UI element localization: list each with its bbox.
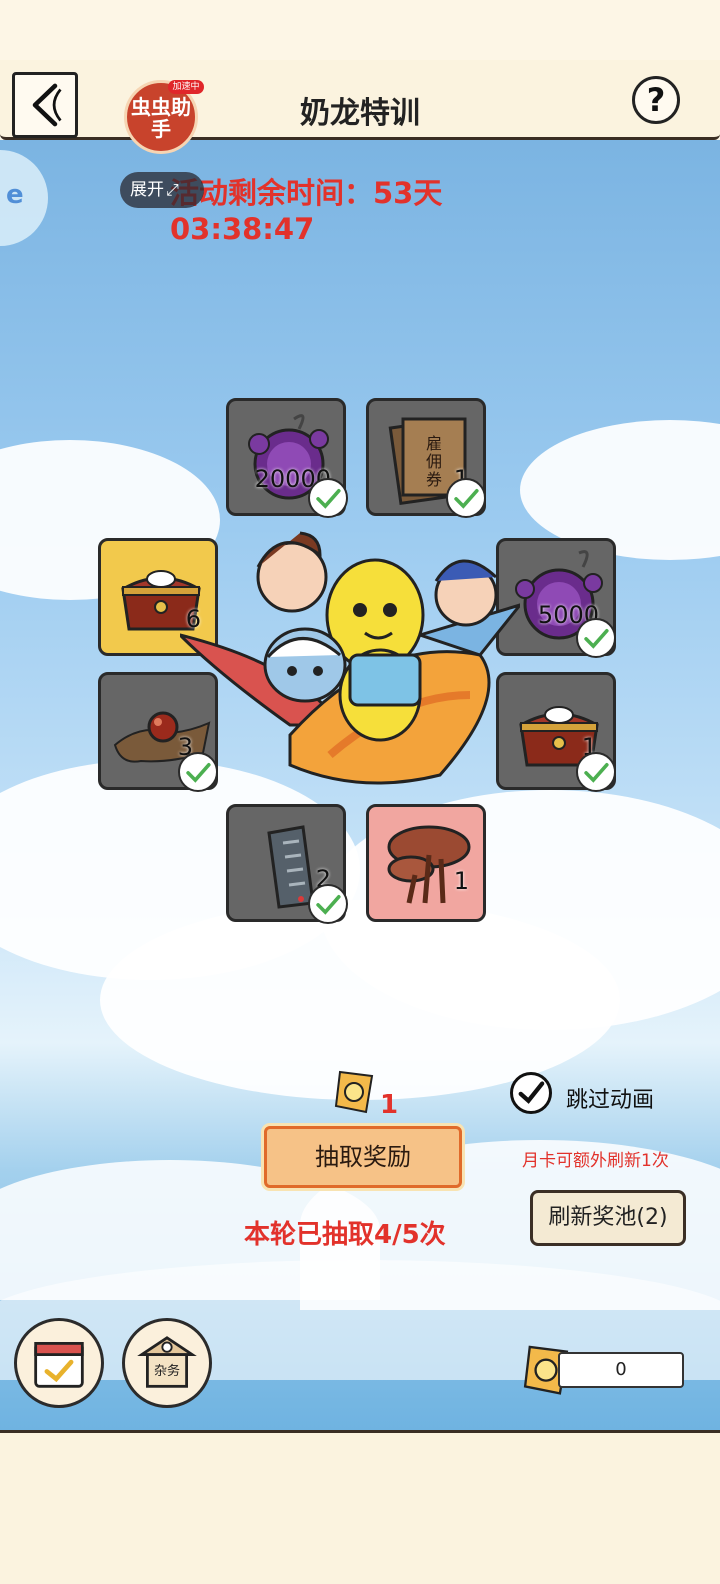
sundries-button[interactable]: 杂务 [122,1318,212,1408]
status-bar-area [0,0,720,60]
skip-animation-label: 跳过动画 [566,1088,655,1113]
accelerating-tag: 加速中 [168,80,204,94]
back-arrow-icon [32,83,62,127]
mascot-characters-illustration [180,531,520,785]
calendar-icon [34,1342,84,1388]
claimed-check-icon [446,478,486,518]
claimed-check-icon [308,884,348,924]
side-tab-label: e [6,180,24,210]
calendar-button[interactable] [14,1318,104,1408]
expand-label: 展开 [130,180,164,200]
shop-stall-icon: 杂务 [137,1336,197,1388]
expand-icon: ⤢ [166,180,179,199]
back-button[interactable] [12,72,78,138]
draw-reward-button[interactable]: 抽取奖励 [264,1126,462,1188]
round-draw-progress: 本轮已抽取4/5次 [244,1220,446,1250]
event-countdown: 活动剩余时间：53天 03:38:47 [170,176,443,246]
footer-panel [0,1430,720,1584]
svg-text:佣: 佣 [426,452,442,471]
claimed-check-icon [576,618,616,658]
claimed-check-icon [576,752,616,792]
claimed-check-icon [308,478,348,518]
draw-cost: 1 [380,1090,399,1120]
sundries-label: 杂务 [154,1363,180,1379]
help-button[interactable]: ? [632,76,680,124]
page-title: 奶龙特训 [300,96,420,131]
check-mark-icon [518,1081,545,1104]
monthly-card-note: 月卡可额外刷新1次 [522,1151,669,1171]
reward-qty: 1 [453,867,469,895]
lingzhi-mushroom-icon [387,825,471,904]
reward-card-lingzhi[interactable]: 1 [366,804,486,922]
svg-text:雇: 雇 [426,434,442,453]
skip-animation-checkbox[interactable] [510,1072,552,1114]
ticket-balance: 0 [558,1352,684,1388]
refresh-pool-button[interactable]: 刷新奖池(2) [530,1190,686,1246]
expand-button[interactable]: 展开 ⤢ [120,172,204,208]
svg-text:券: 券 [426,470,442,489]
ticket-coin-icon [334,1070,374,1114]
